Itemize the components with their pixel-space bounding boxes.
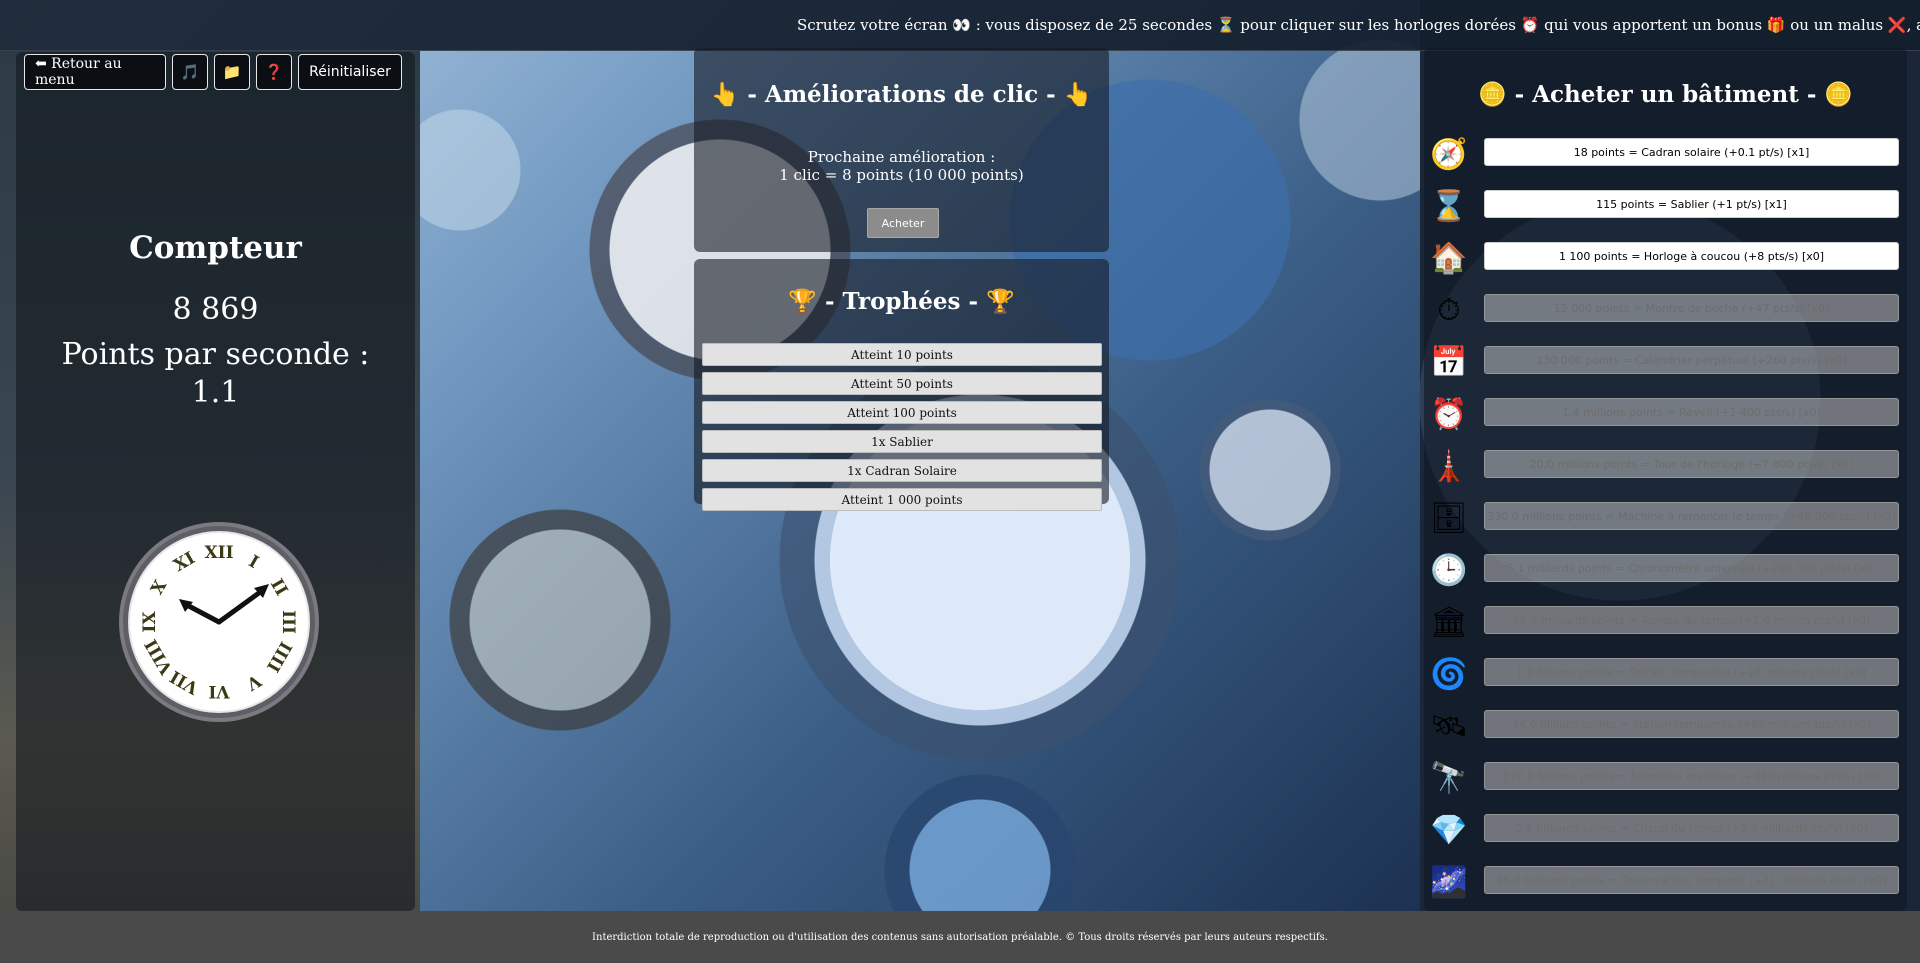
trophy-list: Atteint 10 points Atteint 50 points Attein… xyxy=(702,343,1102,517)
alarm-clock-icon: ⏰ xyxy=(1430,396,1468,432)
buildings-panel: 🪙 - Acheter un bâtiment - 🪙 🧭 18 points =… xyxy=(1424,48,1907,911)
buy-building-button[interactable]: 14.0 billions points = Station temporell… xyxy=(1484,710,1899,738)
toolbar: ⬅ Retour au menu 🎵 📁 ❓ Réinitialiser xyxy=(24,54,402,90)
clock-numeral: IX xyxy=(140,611,160,633)
points-per-second: Points par seconde : 1.1 xyxy=(16,336,415,412)
clock-face: XII IIIIIIIIIIVVIVIIVIIIIXXXI xyxy=(128,531,310,713)
buy-building-button[interactable]: 1.4 millions points = Réveil (+1 400 pts… xyxy=(1484,398,1899,426)
reset-button[interactable]: Réinitialiser xyxy=(298,54,402,90)
calendar-icon: 📅 xyxy=(1430,344,1468,380)
satellite-icon: 🛰 xyxy=(1429,708,1469,744)
pps-label: Points par seconde : xyxy=(61,337,370,372)
trophies-title: 🏆 - Trophées - 🏆 xyxy=(788,288,1015,315)
folder-icon[interactable]: 📁 xyxy=(214,54,250,90)
buy-building-button[interactable]: 130 000 points = Calendrier perpétuel (+… xyxy=(1484,346,1899,374)
music-icon[interactable]: 🎵 xyxy=(172,54,208,90)
buy-building-button[interactable]: 115 points = Sablier (+1 pt/s) [x1] xyxy=(1484,190,1899,218)
buy-building-button[interactable]: 1 100 points = Horloge à coucou (+8 pts/… xyxy=(1484,242,1899,270)
clock-tower-icon: 🗼 xyxy=(1430,448,1468,484)
next-upgrade-value: 1 clic = 8 points (10 000 points) xyxy=(779,166,1024,184)
buy-building-button[interactable]: 170.0 billions points = Astrolabe mystiq… xyxy=(1484,762,1899,790)
hourglass-icon: ⌛ xyxy=(1430,188,1468,224)
crystal-icon: 💎 xyxy=(1430,812,1468,848)
help-icon[interactable]: ❓ xyxy=(256,54,292,90)
top-marquee-bar: Scrutez votre écran 👀 : vous disposez de… xyxy=(0,0,1920,51)
clock-numeral: XII xyxy=(204,543,233,563)
back-to-menu-button[interactable]: ⬅ Retour au menu xyxy=(24,54,166,90)
buy-building-button[interactable]: 18 points = Cadran solaire (+0.1 pt/s) [… xyxy=(1484,138,1899,166)
counter-title: Compteur xyxy=(129,230,302,266)
marquee-text: Scrutez votre écran 👀 : vous disposez de… xyxy=(797,16,1920,34)
clock-numeral: III xyxy=(278,610,298,634)
click-upgrades-panel: 👆 - Améliorations de clic - 👆 Prochaine … xyxy=(694,48,1109,252)
cuckoo-clock-icon: 🏠 xyxy=(1430,240,1468,276)
spiral-icon: 🌀 xyxy=(1430,656,1468,692)
buildings-title: 🪙 - Acheter un bâtiment - 🪙 xyxy=(1477,81,1854,108)
trophy-item: Atteint 100 points xyxy=(702,401,1102,424)
pocket-watch-icon: ⏱ xyxy=(1437,292,1461,328)
buy-building-button[interactable]: 20.0 millions points = Tour de l'horloge… xyxy=(1484,450,1899,478)
counter-panel: ⬅ Retour au menu 🎵 📁 ❓ Réinitialiser Com… xyxy=(16,52,415,911)
astrolabe-icon: 🔭 xyxy=(1430,760,1468,796)
observatory-icon: 🌌 xyxy=(1430,864,1468,900)
click-clock[interactable]: XII I II III IIII V VI VII VIII IX X XI xyxy=(123,526,315,718)
buy-building-button[interactable]: 330.0 millions points = Machine à remont… xyxy=(1484,502,1899,530)
footer: Interdiction totale de reproduction ou d… xyxy=(0,911,1920,963)
buy-building-button[interactable]: 75.0 milliards points = Temple du temps … xyxy=(1484,606,1899,634)
trophy-item: Atteint 10 points xyxy=(702,343,1102,366)
trophy-item: Atteint 1 000 points xyxy=(702,488,1102,511)
trophy-item: 1x Cadran Solaire xyxy=(702,459,1102,482)
time-machine-icon: 🗄 xyxy=(1429,500,1469,536)
upgrades-title: 👆 - Améliorations de clic - 👆 xyxy=(710,81,1093,108)
buy-building-button[interactable]: 1.0 billions points = Spirale temporelle… xyxy=(1484,658,1899,686)
stopwatch-icon: 🕒 xyxy=(1430,552,1468,588)
clock-numeral: VI xyxy=(208,681,230,701)
buy-building-button[interactable]: 26.0 billiards points = Observatoire tem… xyxy=(1484,866,1899,894)
next-upgrade-label: Prochaine amélioration : xyxy=(807,148,996,166)
buy-building-button[interactable]: 2.1 billiards points = Cristal du temps … xyxy=(1484,814,1899,842)
pps-value: 1.1 xyxy=(191,375,240,410)
trophies-panel: 🏆 - Trophées - 🏆 Atteint 10 points Attein… xyxy=(694,259,1109,511)
footer-text: Interdiction totale de reproduction ou d… xyxy=(592,931,1328,943)
buy-building-button[interactable]: 12 000 points = Montre de poche (+47 pts… xyxy=(1484,294,1899,322)
sundial-icon: 🧭 xyxy=(1430,136,1468,172)
trophy-item: Atteint 50 points xyxy=(702,372,1102,395)
buy-building-button[interactable]: 5.1 milliards points = Chronomètre unive… xyxy=(1484,554,1899,582)
next-upgrade: Prochaine amélioration : 1 clic = 8 poin… xyxy=(694,148,1109,184)
buy-upgrade-button[interactable]: Acheter xyxy=(867,208,939,238)
trophy-item: 1x Sablier xyxy=(702,430,1102,453)
counter-value: 8 869 xyxy=(172,292,259,327)
temple-icon: 🏛 xyxy=(1429,604,1469,640)
